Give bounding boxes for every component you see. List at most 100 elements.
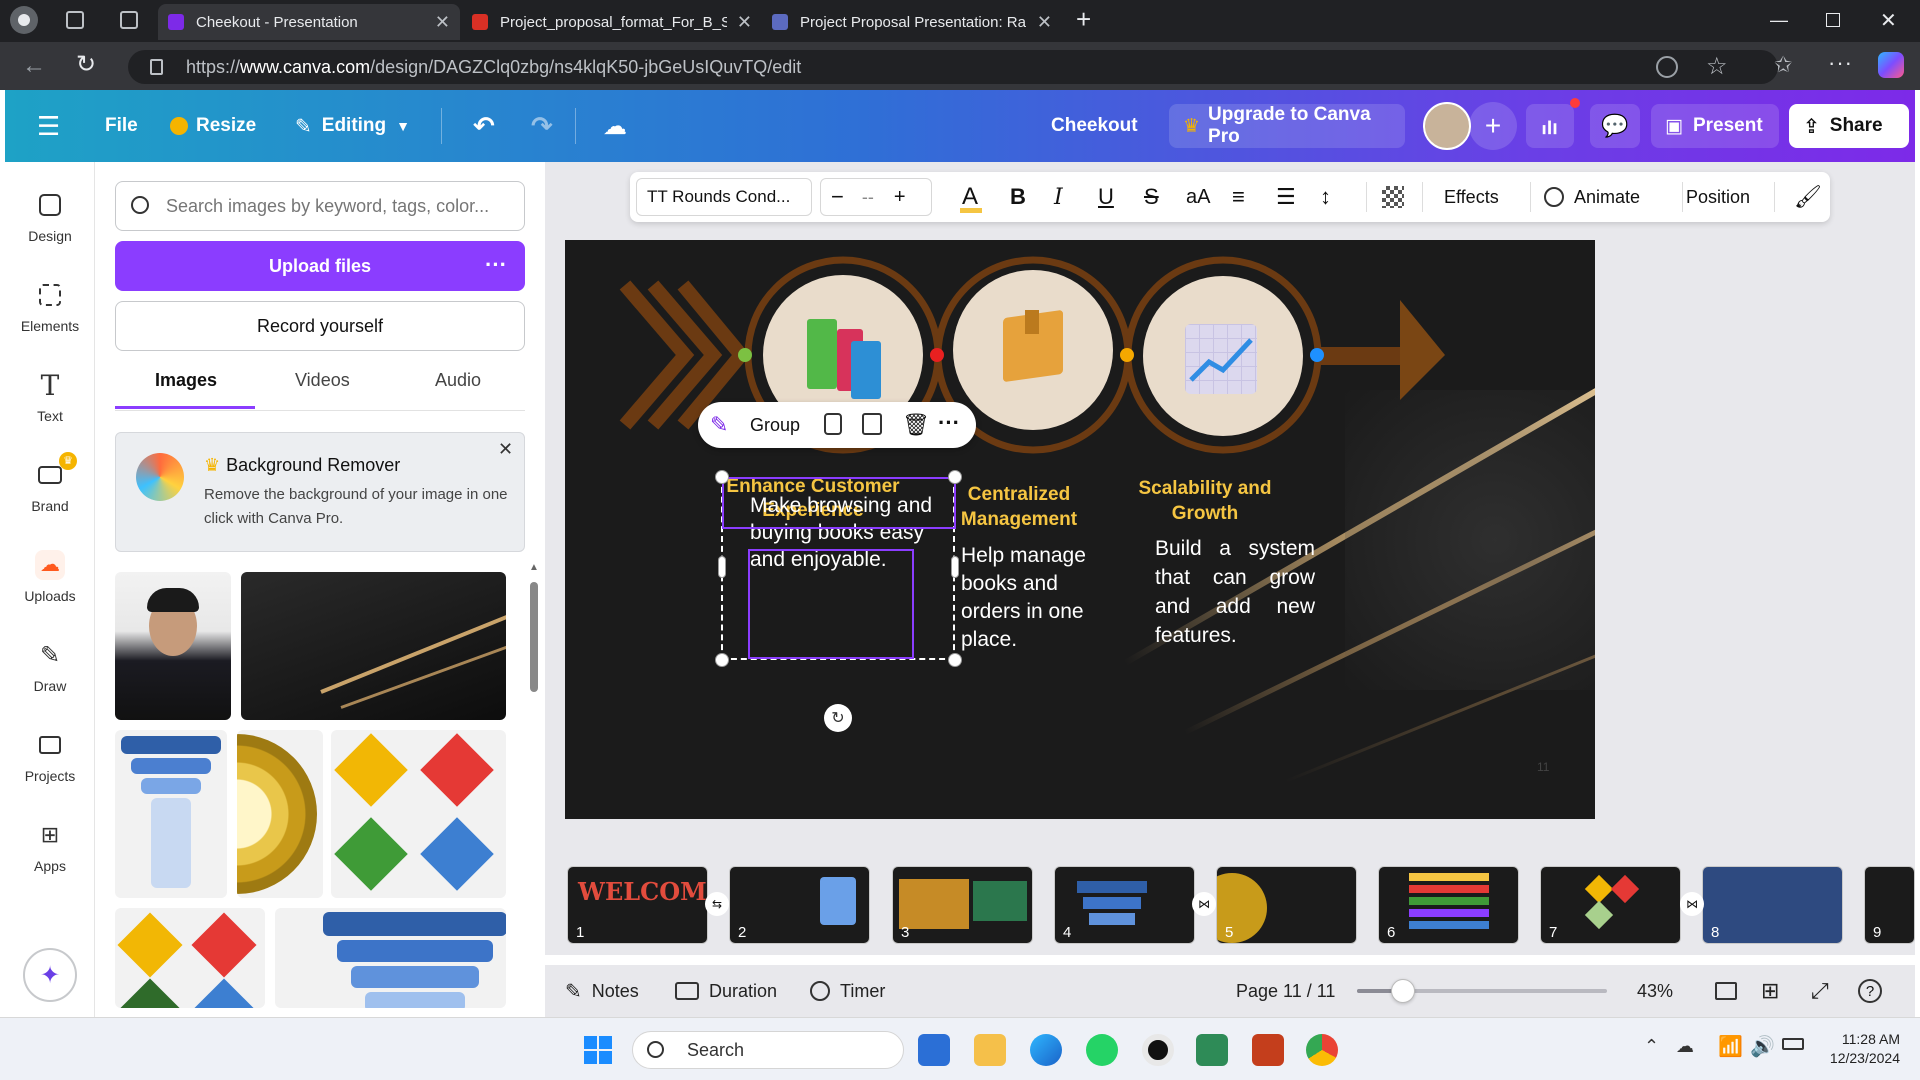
effects-button[interactable]: Effects (1444, 172, 1499, 222)
animate-button[interactable]: Animate (1544, 172, 1640, 222)
user-avatar[interactable] (1423, 102, 1471, 150)
redo-icon[interactable]: ↷ (531, 104, 553, 148)
close-tab-icon[interactable]: ✕ (1037, 12, 1052, 33)
favorites-icon[interactable]: ✩ (1774, 52, 1792, 78)
panel-scrollbar[interactable]: ▲ (529, 562, 539, 1012)
rail-item-design[interactable]: Design (5, 190, 95, 244)
back-icon[interactable]: ← (22, 52, 46, 80)
step-2-body[interactable]: Help manage books and orders in one plac… (961, 542, 1101, 654)
profile-icon[interactable] (10, 6, 38, 34)
grid-view-icon[interactable]: ⊞ (1761, 965, 1779, 1017)
edge-icon[interactable] (1030, 1034, 1062, 1066)
lock-icon[interactable] (824, 413, 842, 435)
uploaded-image-dark-background[interactable] (241, 572, 506, 720)
page-thumbnail-8[interactable]: 8 (1702, 866, 1843, 944)
rail-item-projects[interactable]: Projects (5, 730, 95, 784)
text-color-icon[interactable]: A (962, 172, 978, 222)
rotate-handle-icon[interactable]: ↻ (824, 704, 852, 732)
app-icon[interactable] (1196, 1034, 1228, 1066)
uploaded-image-semicircle[interactable] (237, 730, 323, 898)
bookmark-star-icon[interactable]: ☆ (1706, 52, 1728, 81)
bold-icon[interactable]: B (1010, 172, 1026, 222)
cloud-save-icon[interactable]: ☁ (603, 104, 627, 148)
underline-icon[interactable]: U (1098, 172, 1114, 222)
copilot-icon[interactable] (1878, 52, 1904, 78)
resize-handle[interactable] (715, 653, 729, 667)
timer-button[interactable]: Timer (810, 965, 885, 1017)
step-3-body[interactable]: Build a system that can grow and add new… (1155, 534, 1315, 650)
recorder-icon[interactable] (1142, 1034, 1174, 1066)
transition-icon[interactable]: ⋈ (1192, 892, 1216, 916)
uploaded-image-diamonds[interactable] (331, 730, 506, 898)
rail-item-brand[interactable]: Brand ♛ (5, 452, 95, 514)
reload-icon[interactable]: ↻ (76, 50, 96, 79)
tab-actions-icon[interactable] (120, 11, 138, 29)
side-handle[interactable] (718, 556, 726, 578)
step-3-heading[interactable]: Scalability and Growth (1115, 476, 1295, 526)
duplicate-icon[interactable] (862, 413, 882, 435)
rail-item-text[interactable]: T Text (5, 369, 95, 425)
copy-style-icon[interactable]: 🖌 (1794, 172, 1822, 222)
show-hidden-icons-icon[interactable]: ⌃ (1644, 1036, 1659, 1057)
uploaded-image-funnel[interactable] (115, 730, 227, 898)
reader-mode-icon[interactable] (1656, 56, 1678, 78)
new-tab-icon[interactable]: + (1076, 4, 1091, 35)
italic-icon[interactable]: I (1054, 172, 1063, 222)
resize-handle[interactable] (948, 653, 962, 667)
delete-icon[interactable]: 🗑 (902, 412, 930, 438)
magic-assistant-icon[interactable]: ✦ (23, 948, 77, 1002)
page-indicator[interactable]: Page 11 / 11 (1236, 965, 1335, 1017)
comments-icon[interactable]: 💬 (1590, 104, 1640, 148)
transparency-icon[interactable] (1382, 172, 1404, 222)
image-search-input[interactable]: Search images by keyword, tags, color... (115, 181, 525, 231)
system-clock[interactable]: 11:28 AM 12/23/2024 (1814, 1030, 1900, 1068)
zoom-slider-handle[interactable] (1390, 979, 1415, 1003)
powerpoint-icon[interactable] (1252, 1034, 1284, 1066)
page-thumbnail-2[interactable]: 2 (729, 866, 870, 944)
share-button[interactable]: ⇪ Share (1789, 104, 1909, 148)
page-thumbnail-1[interactable]: WELCOME 1 (567, 866, 708, 944)
minimize-icon[interactable]: — (1770, 10, 1788, 31)
more-options-icon[interactable]: ··· (938, 410, 960, 436)
store-icon[interactable] (918, 1034, 950, 1066)
file-explorer-icon[interactable] (974, 1034, 1006, 1066)
insights-icon[interactable] (1526, 104, 1574, 148)
menu-icon[interactable]: ☰ (37, 104, 60, 148)
undo-icon[interactable]: ↶ (473, 104, 495, 148)
browser-tab-docs[interactable]: Project Proposal Presentation: Ra ✕ (762, 4, 1062, 40)
spacing-icon[interactable]: ↕ (1320, 172, 1331, 222)
transition-icon[interactable]: ⋈ (1680, 892, 1704, 916)
font-size-value[interactable]: -- (862, 187, 874, 208)
align-icon[interactable]: ≡ (1232, 172, 1245, 222)
file-menu-button[interactable]: File (105, 104, 138, 148)
magic-edit-icon[interactable]: ✎ (710, 412, 728, 438)
window-close-icon[interactable]: ✕ (1880, 8, 1897, 33)
step-2-heading[interactable]: Centralized Management (939, 482, 1099, 532)
document-title[interactable]: Cheekout (1051, 104, 1138, 148)
maximize-icon[interactable] (1826, 13, 1840, 27)
uploaded-image-diamonds-2[interactable] (115, 908, 265, 1008)
url-field[interactable]: https://www.canva.com/design/DAGZClq0zbg… (128, 50, 1778, 84)
site-info-icon[interactable] (150, 59, 163, 75)
close-tab-icon[interactable]: ✕ (435, 12, 450, 33)
group-button[interactable]: Group (750, 415, 800, 436)
pages-view-icon[interactable] (1715, 982, 1737, 1000)
browser-menu-icon[interactable]: ··· (1828, 50, 1853, 76)
battery-icon[interactable] (1782, 1038, 1804, 1050)
start-icon[interactable] (584, 1036, 612, 1064)
font-size-stepper[interactable]: − -- + (820, 178, 932, 216)
increase-size-icon[interactable]: + (894, 186, 906, 209)
taskbar-search[interactable]: Search (632, 1031, 904, 1069)
step-circle-2[interactable] (953, 270, 1113, 430)
network-status-icon[interactable]: ☁ (1676, 1036, 1694, 1057)
workspaces-icon[interactable] (66, 11, 84, 29)
position-button[interactable]: Position (1686, 172, 1750, 222)
editing-mode-button[interactable]: ✎ Editing ▼ (295, 104, 410, 148)
browser-tab-canva[interactable]: Cheekout - Presentation ✕ (158, 4, 460, 40)
uploaded-image-portrait[interactable] (115, 572, 231, 720)
notes-button[interactable]: ✎ Notes (565, 965, 639, 1017)
decrease-size-icon[interactable]: − (831, 184, 844, 210)
rail-item-elements[interactable]: Elements (5, 280, 95, 334)
whatsapp-icon[interactable] (1086, 1034, 1118, 1066)
wifi-icon[interactable]: 📶 (1718, 1034, 1743, 1059)
